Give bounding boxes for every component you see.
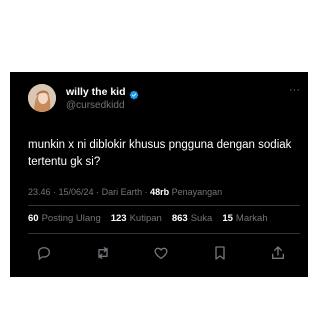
- stat-quotes[interactable]: 123 Kutipan: [111, 213, 162, 224]
- author-display-name[interactable]: willy the kid: [66, 86, 126, 98]
- stat-count: 863: [171, 213, 188, 224]
- meta-separator: ·: [142, 187, 151, 197]
- stat-label: Posting Ulang: [41, 213, 101, 224]
- stat-count: 15: [222, 213, 233, 224]
- more-options-icon[interactable]: ···: [289, 84, 300, 96]
- stat-count: 60: [28, 213, 39, 224]
- tweet-meta: 23.46 · 15/06/24 · Dari Earth · 48rb Pen…: [28, 187, 222, 197]
- tweet-text: munkin x ni diblokir khusus pngguna deng…: [28, 139, 292, 168]
- views-label: Penayangan: [171, 187, 223, 197]
- tweet-time[interactable]: 23.46: [28, 187, 51, 197]
- views-count: 48rb: [150, 187, 170, 197]
- avatar[interactable]: [28, 84, 56, 112]
- tweet-date[interactable]: 15/06/24: [59, 187, 94, 197]
- tweet-source: Dari Earth: [101, 187, 143, 197]
- action-bar: [28, 244, 300, 262]
- divider: [28, 233, 300, 234]
- stat-count: 123: [110, 213, 127, 224]
- stat-likes[interactable]: 863 Suka: [172, 213, 213, 224]
- avatar-image: [28, 84, 56, 112]
- meta-separator: ·: [50, 187, 59, 197]
- share-icon[interactable]: [270, 245, 286, 261]
- meta-separator: ·: [93, 187, 102, 197]
- stat-label: Markah: [235, 213, 268, 224]
- tweet-card: willy the kid @cursedkidd ··· munkin x n…: [10, 72, 308, 277]
- like-icon[interactable]: [153, 245, 169, 261]
- reply-icon[interactable]: [36, 245, 52, 261]
- stat-label: Kutipan: [129, 213, 162, 224]
- stat-reposts[interactable]: 60 Posting Ulang: [28, 213, 101, 224]
- author-name-row: willy the kid: [66, 86, 139, 100]
- author-handle[interactable]: @cursedkidd: [66, 100, 125, 111]
- bookmark-icon[interactable]: [212, 245, 228, 261]
- stat-label: Suka: [190, 213, 213, 224]
- verified-badge-icon: [129, 87, 139, 100]
- engagement-stats: 60 Posting Ulang 123 Kutipan 863 Suka 15 Mar…: [28, 213, 268, 224]
- divider: [28, 205, 300, 206]
- repost-icon[interactable]: [95, 245, 111, 261]
- stat-bookmarks[interactable]: 15 Markah: [222, 213, 267, 224]
